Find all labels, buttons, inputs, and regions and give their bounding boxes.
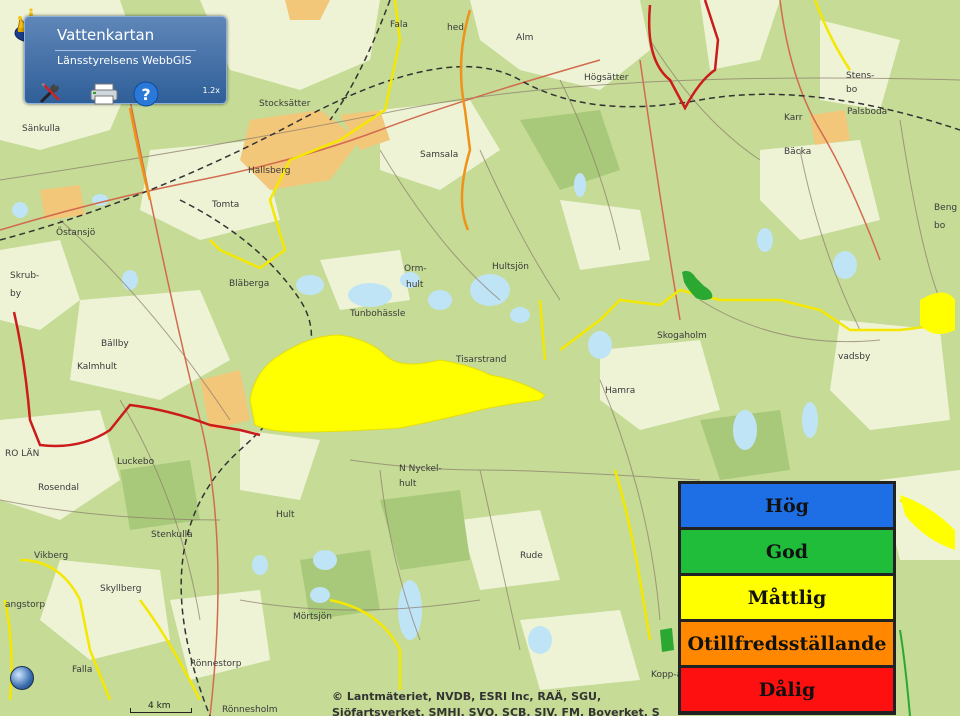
scale-bar-line (130, 708, 192, 713)
place-label: Karr (784, 113, 803, 123)
moderate-status-lake-east[interactable] (920, 292, 955, 335)
place-label: hed (447, 23, 464, 33)
place-label: Luckebo (117, 457, 155, 467)
place-label: Hultsjön (492, 262, 529, 272)
place-label: Fala (390, 20, 408, 30)
place-label: Beng (934, 203, 958, 213)
place-label: Östansjö (56, 228, 96, 238)
place-label: vadsby (838, 352, 871, 362)
place-label: Vikberg (34, 551, 69, 561)
place-label: hult (406, 280, 424, 290)
place-label: Bällby (101, 339, 129, 349)
place-label: Skrub- (10, 271, 40, 281)
place-label: Tisarstrand (456, 355, 507, 365)
place-label: Samsala (420, 150, 459, 160)
place-label: Mörtsjön (293, 612, 332, 622)
place-label: Palsboda (847, 107, 888, 117)
place-label: Skyllberg (100, 584, 142, 594)
legend-item-hog: Hög (681, 484, 893, 527)
legend-item-dalig: Dålig (681, 668, 893, 711)
app-subtitle: Länsstyrelsens WebbGIS (57, 54, 192, 67)
place-label: Rönnestorp (190, 659, 242, 669)
place-label: Bläberga (229, 279, 270, 289)
place-label: Orm- (404, 264, 427, 274)
place-label: Falla (72, 665, 93, 675)
print-icon[interactable] (89, 83, 119, 105)
place-label: angstorp (5, 600, 46, 610)
place-label: Hult (276, 510, 295, 520)
place-label: hult (399, 479, 417, 489)
place-label: Högsätter (584, 73, 629, 83)
app-title: Vattenkartan (57, 26, 155, 44)
place-label: Stens- (846, 71, 875, 81)
copyright-text-2: Sjöfartsverket, SMHI, SVO, SCB, SJV, FM,… (332, 706, 660, 716)
copyright-text: © Lantmäteriet, NVDB, ESRI Inc, RAÄ, SGU… (332, 690, 602, 703)
place-label: Alm (516, 33, 534, 43)
place-label: Rosendal (38, 483, 80, 493)
help-icon[interactable]: ? (133, 81, 159, 107)
place-label: Rude (520, 551, 543, 561)
version-label: 1.2x (202, 86, 220, 95)
legend-item-otillfredsstallande: Otillfredsställande (681, 622, 893, 665)
water-status-legend: Hög God Måttlig Otillfredsställande Dåli… (678, 481, 896, 715)
place-label: bo (846, 85, 858, 95)
place-label: Hallsberg (248, 166, 291, 176)
place-label: Rönnesholm (222, 705, 278, 715)
place-label: RO LÄN (5, 449, 40, 459)
globe-icon[interactable] (10, 666, 34, 690)
scale-bar: 4 km (130, 701, 195, 713)
place-label: Stocksätter (259, 99, 311, 109)
place-label: Tunbohässle (350, 309, 406, 319)
legend-item-mattlig: Måttlig (681, 576, 893, 619)
app-panel: Vattenkartan Länsstyrelsens WebbGIS 1.2x… (24, 16, 227, 107)
legend-item-god: God (681, 530, 893, 573)
place-label: Sänkulla (22, 124, 61, 134)
place-label: Stenkulla (151, 530, 193, 540)
place-label: Kalmhult (77, 362, 117, 372)
place-label: Skogaholm (657, 331, 707, 341)
good-status-lake-south[interactable] (660, 628, 674, 652)
tools-icon[interactable] (37, 80, 63, 106)
place-label: Bäcka (784, 147, 812, 157)
svg-text:?: ? (141, 85, 150, 104)
panel-divider (55, 50, 196, 51)
place-label: Tomta (212, 200, 240, 210)
place-label: Hamra (605, 386, 636, 396)
place-label: N Nyckel- (399, 464, 442, 474)
place-label: bo (934, 221, 946, 231)
place-label: by (10, 289, 22, 299)
